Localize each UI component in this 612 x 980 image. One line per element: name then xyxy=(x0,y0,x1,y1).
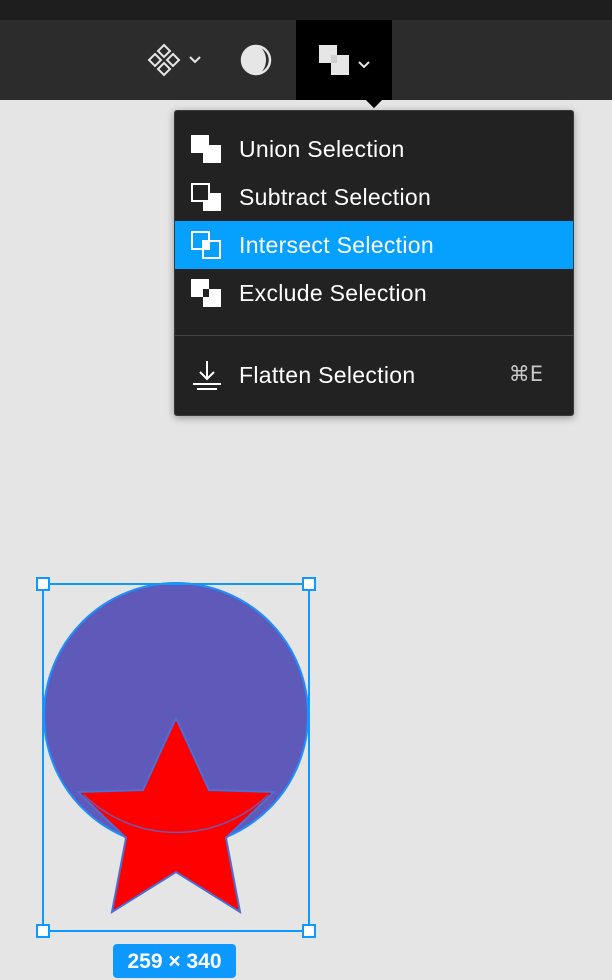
canvas-artwork xyxy=(36,577,316,938)
menu-item-exclude[interactable]: Exclude Selection xyxy=(175,269,573,317)
mask-button[interactable] xyxy=(228,20,284,100)
menu-item-subtract[interactable]: Subtract Selection xyxy=(175,173,573,221)
mask-icon xyxy=(240,44,272,76)
flatten-icon xyxy=(193,361,221,390)
size-badge: 259 × 340 xyxy=(113,944,236,978)
resize-handle[interactable] xyxy=(36,577,50,591)
boolean-union-icon xyxy=(319,45,349,75)
menu-divider xyxy=(175,335,573,336)
top-window-strip xyxy=(0,0,612,20)
resize-handle[interactable] xyxy=(302,577,316,591)
union-icon xyxy=(191,135,221,163)
boolean-operations-button[interactable] xyxy=(296,20,392,108)
resize-handle[interactable] xyxy=(302,924,316,938)
menu-item-label: Intersect Selection xyxy=(239,232,434,258)
chevron-down-icon xyxy=(358,61,370,69)
component-icon xyxy=(147,43,181,77)
resize-handle[interactable] xyxy=(36,924,50,938)
subtract-icon xyxy=(191,183,221,211)
menu-item-intersect[interactable]: Intersect Selection xyxy=(175,221,573,269)
components-button[interactable] xyxy=(136,20,212,100)
exclude-icon xyxy=(191,279,221,307)
menu-item-flatten[interactable]: Flatten Selection ⌘E xyxy=(175,351,573,399)
menu-item-label: Flatten Selection xyxy=(239,362,416,388)
menu-item-union[interactable]: Union Selection xyxy=(175,125,573,173)
menu-item-label: Union Selection xyxy=(239,136,405,162)
menu-item-label: Exclude Selection xyxy=(239,280,427,306)
chevron-down-icon xyxy=(189,56,201,64)
shortcut-label: ⌘E xyxy=(508,362,543,386)
menu-item-label: Subtract Selection xyxy=(239,184,432,210)
dropdown-pointer xyxy=(366,100,382,108)
toolbar xyxy=(0,20,612,108)
intersect-icon xyxy=(191,231,221,259)
boolean-operations-menu: Union Selection Subtract Selection Inter… xyxy=(174,110,574,416)
